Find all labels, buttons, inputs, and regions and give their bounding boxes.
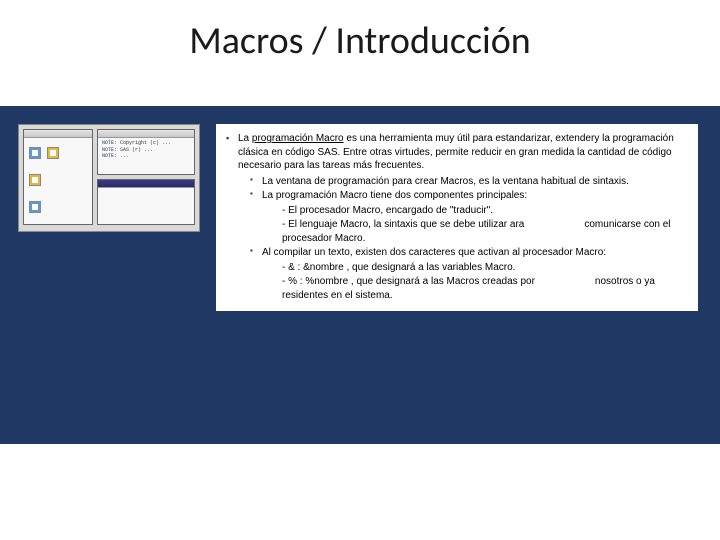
subpoint-chars: Al compilar un texto, existen dos caract… (226, 246, 688, 260)
component-language: - El lenguaje Macro, la sintaxis que se … (226, 218, 688, 245)
log-pane: NOTE: Copyright (c) ...NOTE: SAS (r) ...… (97, 129, 195, 175)
char-ampersand: - & : &nombre , que designará a las vari… (226, 261, 688, 275)
slide-title: Macros / Introducción (0, 0, 720, 84)
slide: Macros / Introducción NOTE: Copyright (c… (0, 0, 720, 540)
sas-window-mock: NOTE: Copyright (c) ...NOTE: SAS (r) ...… (18, 124, 200, 232)
subpoint-window: La ventana de programación para crear Ma… (226, 175, 688, 189)
comp-lang-pre: - El lenguaje Macro, la sintaxis que se … (282, 219, 524, 230)
lead-pre: La (238, 133, 252, 144)
component-processor: - El procesador Macro, encargado de "tra… (226, 204, 688, 218)
lead-term: programación Macro (252, 133, 344, 144)
editor-pane (97, 179, 195, 225)
char-percent: - % : %nombre , que designará a las Macr… (226, 275, 688, 302)
body-text: La programación Macro es una herramienta… (216, 124, 698, 311)
subpoint-components: La programación Macro tiene dos componen… (226, 189, 688, 203)
screenshot-thumbnail: NOTE: Copyright (c) ...NOTE: SAS (r) ...… (18, 124, 200, 232)
explorer-pane (23, 129, 93, 225)
char-pct-pre: - % : %nombre , que designará a las Macr… (282, 276, 535, 287)
content-band: NOTE: Copyright (c) ...NOTE: SAS (r) ...… (0, 106, 720, 444)
lead-paragraph: La programación Macro es una herramienta… (226, 132, 688, 173)
